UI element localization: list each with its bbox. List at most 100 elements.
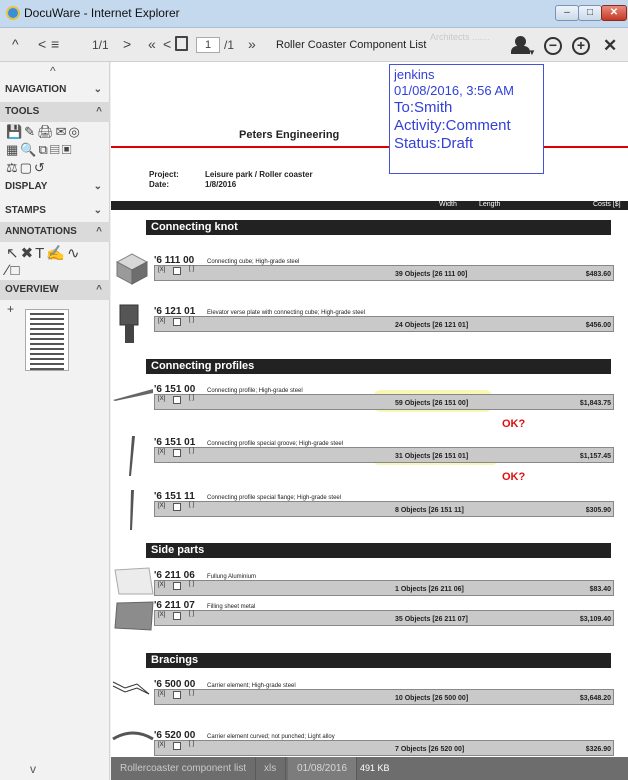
- sidebar-item-tools[interactable]: TOOLS ^: [0, 102, 110, 122]
- last-page-button[interactable]: »: [248, 36, 256, 52]
- user-stamp-button[interactable]: ▼: [510, 34, 536, 58]
- table-row[interactable]: [X][ ] 24 Objects [26 121 01] $456.00: [154, 316, 614, 332]
- maximize-button[interactable]: □: [578, 5, 602, 21]
- table-row[interactable]: [X][ ] 31 Objects [26 151 01] $1,157.45: [154, 447, 614, 463]
- table-row[interactable]: [X][ ] 10 Objects [26 500 00] $3,648.20: [154, 689, 614, 705]
- chevron-up-icon: ^: [96, 106, 102, 117]
- sidebar-item-display[interactable]: DISPLAY ⌄: [0, 177, 110, 197]
- col-width: Width: [439, 201, 457, 208]
- item-checkbox[interactable]: [173, 691, 181, 699]
- status-date: 01/08/2016: [288, 757, 358, 780]
- annotation-to: To:Smith: [394, 99, 453, 116]
- project-value: Leisure park / Roller coaster: [205, 170, 313, 179]
- tools-icons-row-3[interactable]: ⚖▢↺: [6, 160, 47, 176]
- plate-part-image: [119, 304, 139, 343]
- item-checkbox[interactable]: [173, 267, 181, 275]
- table-row[interactable]: [X][ ] 39 Objects [26 111 00] $483.60: [154, 265, 614, 281]
- annotation-timestamp: 01/08/2016, 3:56 AM: [394, 83, 514, 98]
- page-number-input[interactable]: 1: [196, 37, 220, 53]
- background-tab: Architects .......: [430, 32, 490, 42]
- item-objects: 39 Objects [26 111 00]: [395, 271, 468, 278]
- zoom-out-button[interactable]: −: [544, 37, 562, 55]
- annotation-tools-row-1[interactable]: ↖✖T✍∿: [6, 244, 82, 262]
- zoom-in-button[interactable]: +: [572, 37, 590, 55]
- item-checkbox[interactable]: [173, 318, 181, 326]
- date-row: Date: 1/8/2016: [149, 180, 236, 189]
- sidebar-item-stamps[interactable]: STAMPS ⌄: [0, 201, 110, 221]
- item-checkbox[interactable]: [173, 612, 181, 620]
- layers-icon[interactable]: ≡: [51, 36, 59, 52]
- section-connecting-profiles: Connecting profiles: [146, 359, 611, 374]
- chevron-down-icon: ⌄: [93, 181, 102, 192]
- annotation-activity: Activity:Comment: [394, 117, 511, 134]
- chevron-up-icon: ^: [96, 284, 102, 295]
- document-viewer[interactable]: Peters Engineering Project: Leisure park …: [111, 62, 628, 757]
- previous-document-button[interactable]: <: [38, 36, 46, 52]
- expand-plus-icon[interactable]: +: [7, 302, 14, 316]
- sidebar-scroll-up-icon[interactable]: ^: [50, 64, 56, 78]
- item-cost: $483.60: [585, 271, 611, 278]
- page-thumbnail[interactable]: [25, 309, 69, 371]
- table-row[interactable]: [X][ ] 35 Objects [26 211 07] $3,109.40: [154, 610, 614, 626]
- status-bar: Rollercoaster component list xls 01/08/2…: [111, 757, 628, 780]
- sidebar-item-label: DISPLAY: [5, 181, 48, 192]
- document-counter: 1/1: [92, 38, 109, 52]
- ok-annotation: OK?: [502, 471, 526, 483]
- column-header: Width Length Costs [$]: [111, 201, 628, 210]
- sidebar-item-annotations[interactable]: ANNOTATIONS ^: [0, 222, 110, 242]
- aluminium-panel-image: [114, 567, 154, 595]
- tools-icons-row-1[interactable]: 💾✎🖨✉◎: [6, 124, 82, 140]
- window-titlebar: DocuWare - Internet Explorer – □ ✕: [0, 0, 628, 28]
- item-cost: $456.00: [585, 322, 611, 329]
- table-row[interactable]: [X][ ] 7 Objects [26 520 00] $326.90: [154, 740, 614, 756]
- sidebar-item-navigation[interactable]: NAVIGATION ⌄: [0, 80, 110, 100]
- item-objects: 24 Objects [26 121 01]: [395, 322, 469, 329]
- minimize-button[interactable]: –: [555, 5, 579, 21]
- annotation-user: jenkins: [394, 67, 435, 82]
- status-file-type: xls: [255, 757, 287, 780]
- table-row[interactable]: [X][ ] 1 Objects [26 211 06] $83.40: [154, 580, 614, 596]
- collapse-up-icon[interactable]: ^: [12, 36, 19, 52]
- item-cost: $326.90: [585, 746, 611, 753]
- section-connecting-knot: Connecting knot: [146, 220, 611, 235]
- cube-part-image: [115, 253, 149, 285]
- chevron-up-icon: ^: [96, 226, 102, 237]
- item-objects: 31 Objects [26 151 01]: [395, 453, 469, 460]
- sidebar-item-label: ANNOTATIONS: [5, 226, 77, 237]
- annotation-tools-row-2[interactable]: ∕□: [6, 262, 22, 279]
- item-cost: $1,843.75: [579, 400, 611, 407]
- item-cost: $1,157.45: [579, 453, 611, 460]
- section-bracings: Bracings: [146, 653, 611, 668]
- date-label: Date:: [149, 180, 170, 189]
- item-checkbox[interactable]: [173, 742, 181, 750]
- item-cost: $83.40: [589, 586, 611, 593]
- previous-page-button[interactable]: <: [163, 36, 171, 52]
- internet-explorer-icon: [6, 6, 20, 20]
- sidebar-item-overview[interactable]: OVERVIEW ^: [0, 280, 110, 300]
- item-checkbox[interactable]: [173, 449, 181, 457]
- first-page-button[interactable]: «: [148, 36, 156, 52]
- close-window-button[interactable]: ✕: [601, 5, 627, 21]
- item-checkbox[interactable]: [173, 396, 181, 404]
- sidebar-scroll-down-icon[interactable]: v: [30, 762, 36, 776]
- next-document-button[interactable]: >: [123, 36, 131, 52]
- item-objects: 8 Objects [26 151 11]: [395, 507, 464, 514]
- item-objects: 1 Objects [26 211 06]: [395, 586, 464, 593]
- chevron-down-icon: ⌄: [93, 84, 102, 95]
- chevron-down-icon: ⌄: [93, 205, 102, 216]
- item-objects: 35 Objects [26 211 07]: [395, 616, 468, 623]
- sidebar-item-label: STAMPS: [5, 205, 46, 216]
- item-objects: 10 Objects [26 500 00]: [395, 695, 469, 702]
- annotation-red-line: [111, 146, 628, 148]
- close-viewer-button[interactable]: ✕: [603, 36, 617, 56]
- tools-icons-row-2[interactable]: ▦🔍⧉▤▣: [6, 142, 74, 158]
- page-icon: [175, 36, 188, 51]
- item-objects: 7 Objects [26 520 00]: [395, 746, 465, 753]
- item-checkbox[interactable]: [173, 582, 181, 590]
- table-row[interactable]: [X][ ] 59 Objects [26 151 00] $1,843.75: [154, 394, 614, 410]
- text-annotation[interactable]: jenkins 01/08/2016, 3:56 AM To:Smith Act…: [389, 64, 544, 174]
- item-checkbox[interactable]: [173, 503, 181, 511]
- date-value: 1/8/2016: [205, 180, 237, 189]
- table-row[interactable]: [X][ ] 8 Objects [26 151 11] $305.90: [154, 501, 614, 517]
- ok-annotation: OK?: [502, 418, 526, 430]
